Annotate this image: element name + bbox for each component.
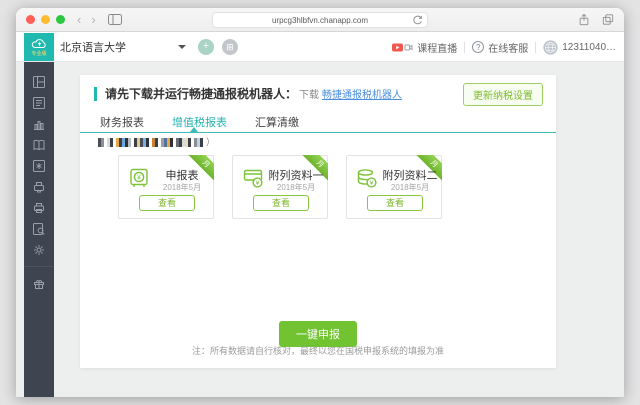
card-period: 2018年5月 [153,182,211,193]
tabs-overview-icon[interactable] [602,13,614,26]
card-period: 2018年5月 [267,182,325,193]
view-button[interactable]: 查看 [253,195,309,211]
report-cards: 月 ¥ 申报表 2018年5月 查看 月 [118,155,442,219]
tab-final-settlement[interactable]: 汇算清缴 [255,114,299,130]
sidebar-item-cashier[interactable] [24,176,54,197]
card-title: 附列资料一 [267,167,325,183]
robot-download-link[interactable]: 畅捷通报税机器人 [322,86,402,101]
add-company-button[interactable]: + [198,39,214,55]
user-account[interactable]: 12311040… [543,40,616,55]
live-course-link[interactable]: 课程直播 [392,40,457,55]
tabs-underline [80,132,556,133]
svg-text:¥: ¥ [370,180,374,187]
update-tax-settings-button[interactable]: 更新纳税设置 [463,83,543,106]
username: 12311040… [562,42,616,53]
view-button[interactable]: 查看 [367,195,423,211]
traffic-lights [26,15,65,24]
disclaimer-note: 注：所有数据请自行核对，最终以您在国税申报系统的填报为准 [80,344,556,357]
sidebar-item-settings[interactable] [24,239,54,260]
report-tabs: 财务报表 增值税报表 汇算清缴 [100,114,299,130]
sidebar-item-ledger[interactable] [24,134,54,155]
view-button[interactable]: 查看 [139,195,195,211]
redacted-text [98,138,203,147]
chevron-down-icon [178,45,186,49]
accent-bar [94,87,97,101]
avatar [543,40,558,55]
card-declaration-form: 月 ¥ 申报表 2018年5月 查看 [118,155,214,219]
sidebar-toggle-icon[interactable] [108,13,122,26]
zoom-window-button[interactable] [56,15,65,24]
content-panel: 请先下载并运行畅捷通报税机器人： 下载 畅捷通报税机器人 更新纳税设置 财务报表… [80,75,556,368]
question-icon: ? [472,41,484,53]
online-support-link[interactable]: ? 在线客服 [472,40,528,55]
minimize-window-button[interactable] [41,15,50,24]
sidebar-item-invoice[interactable] [24,92,54,113]
logo-edition-label: 专业版 [31,51,46,56]
app-logo[interactable]: 专业版 [24,33,54,61]
card-title: 附列资料二 [381,167,439,183]
sidebar-item-assets[interactable] [24,155,54,176]
gear-icon [33,244,45,256]
notice-text: 请先下载并运行畅捷通报税机器人： [105,85,297,102]
back-icon[interactable]: ‹ [77,13,81,26]
company-selector[interactable]: 北京语言大学 [60,32,186,62]
card-title: 申报表 [153,167,211,183]
download-label: 下载 [299,86,319,101]
cloud-icon [31,38,48,50]
address-bar[interactable]: urpcg3hlbfvn.chanapp.com [212,12,428,28]
search-document-icon [33,223,45,235]
share-icon[interactable] [578,13,590,26]
card-period: 2018年5月 [381,182,439,193]
cash-register-icon [33,181,45,193]
sidebar-divider [24,266,54,267]
app-header: 专业版 北京语言大学 + ⊞ 课程直播 ? [16,32,624,62]
workbench-icon [33,76,45,88]
company-name: 北京语言大学 [60,39,126,55]
safe-yen-icon: ¥ [127,166,151,190]
sidebar-item-reports[interactable] [24,113,54,134]
divider [535,42,536,53]
app-page: 专业版 北京语言大学 + ⊞ 课程直播 ? [16,32,624,397]
invoice-icon [33,97,45,109]
card-attachment-two: 月 ¥ 附列资料二 2018年5月 查看 [346,155,442,219]
apps-grid-button[interactable]: ⊞ [222,39,238,55]
coins-yen-icon: ¥ [355,166,379,190]
browser-chrome: ‹ › urpcg3hlbfvn.chanapp.com [16,8,624,32]
sidebar-item-audit[interactable] [24,218,54,239]
asterisk-box-icon [33,160,45,172]
close-window-button[interactable] [26,15,35,24]
redacted-text-suffix: ） [206,138,215,147]
browser-window: ‹ › urpcg3hlbfvn.chanapp.com [16,8,624,397]
refresh-icon[interactable] [412,15,423,26]
svg-text:¥: ¥ [137,174,141,181]
gift-icon [33,278,45,290]
pos-yen-icon: ¥ [241,166,265,190]
sidebar-item-workbench[interactable] [24,71,54,92]
bar-chart-icon [33,118,45,130]
divider [464,42,465,53]
tab-financial-reports[interactable]: 财务报表 [100,114,144,130]
forward-icon[interactable]: › [91,13,95,26]
svg-text:¥: ¥ [256,180,260,187]
tab-vat-reports[interactable]: 增值税报表 [172,114,227,130]
live-video-icon [392,41,413,53]
card-attachment-one: 月 ¥ 附列资料一 2018年5月 查看 [232,155,328,219]
printer-icon [33,202,45,214]
sidebar-item-gift[interactable] [24,273,54,294]
sidebar-item-print[interactable] [24,197,54,218]
sidebar [24,62,54,397]
url-text: urpcg3hlbfvn.chanapp.com [272,16,368,25]
download-notice: 请先下载并运行畅捷通报税机器人： 下载 畅捷通报税机器人 [94,85,402,102]
book-icon [33,139,45,151]
